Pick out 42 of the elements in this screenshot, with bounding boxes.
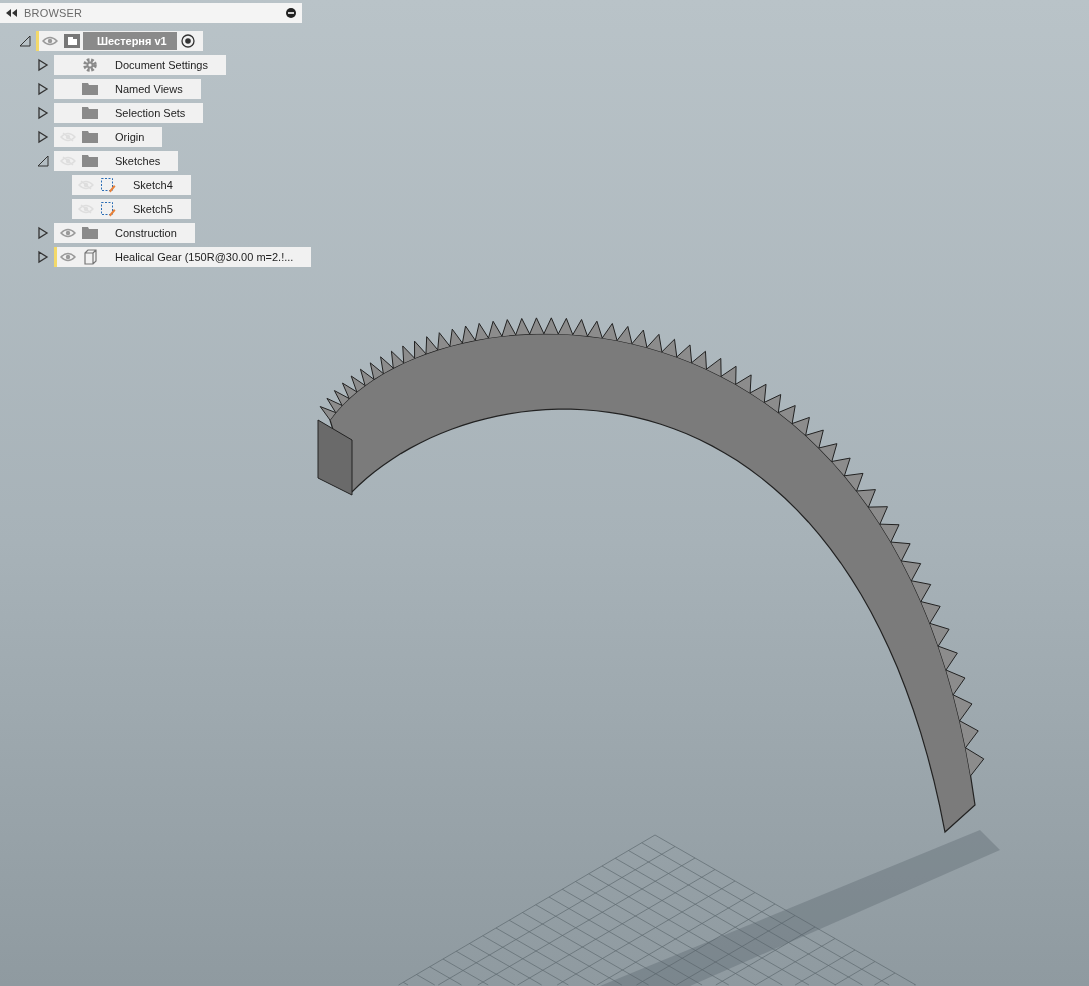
sketch-icon [100,201,116,217]
tree-item[interactable]: Sketch5 [72,199,191,219]
tree-item[interactable]: Construction [54,223,195,243]
component-icon [63,33,81,49]
item-label: Origin [114,130,146,145]
item-label: Шестерня v1 [83,32,177,50]
collapse-panel-icon[interactable] [6,9,18,17]
folder-icon [82,83,98,95]
activate-radio-icon[interactable] [180,34,195,48]
collapse-triangle[interactable] [18,34,32,48]
minimize-icon[interactable] [286,8,296,18]
expand-triangle[interactable] [36,226,50,240]
tree-item[interactable]: Selection Sets [54,103,204,123]
folder-icon [82,131,98,143]
folder-icon [82,227,98,239]
item-label: Named Views [114,82,184,97]
folder-icon [82,155,98,167]
cube-icon [82,249,98,265]
item-label: Sketch4 [132,178,174,193]
item-label: Sketches [114,154,162,169]
gear-icon [82,57,98,73]
item-label: Sketch5 [132,202,174,217]
tree-item[interactable]: Sketch4 [72,175,191,195]
item-label: Construction [114,226,178,241]
tree-item[interactable]: Document Settings [54,55,226,75]
folder-icon [82,107,98,119]
sketch-icon [100,177,116,193]
tree-item[interactable]: Origin [54,127,163,147]
tree-item[interactable]: Healical Gear (150R@30.00 m=2.!... [54,247,312,267]
item-label: Healical Gear (150R@30.00 m=2.!... [114,250,295,265]
expand-triangle[interactable] [36,82,50,96]
expand-triangle[interactable] [36,250,50,264]
expand-triangle[interactable] [36,130,50,144]
item-label: Selection Sets [114,106,187,121]
item-label: Document Settings [114,58,209,73]
tree-item[interactable]: Sketches [54,151,179,171]
tree-item[interactable]: Named Views [54,79,201,99]
collapse-triangle[interactable] [36,154,50,168]
model-viewport[interactable]: BROWSER Шестерня v1 Document Settings Named Views Selection Sets Origin Sketches Sketch4 Sketch5 Construction Healical Gear (150R@30.00 m=2.!... [0,0,1089,986]
expand-triangle[interactable] [36,58,50,72]
expand-triangle[interactable] [36,106,50,120]
panel-title: BROWSER [24,7,84,19]
